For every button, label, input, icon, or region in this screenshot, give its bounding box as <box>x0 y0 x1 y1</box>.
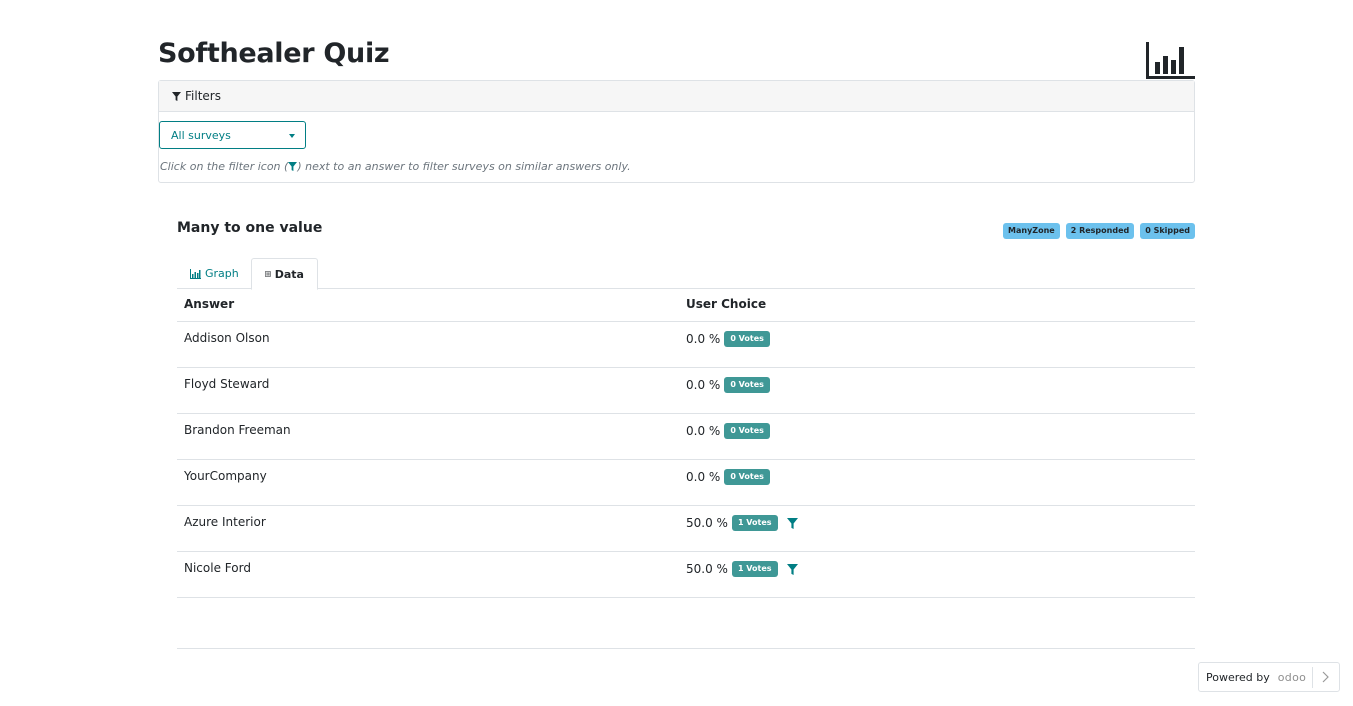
percent-value: 50.0 % <box>686 516 728 530</box>
table-row: Nicole Ford 50.0 % 1 Votes <box>177 552 1195 598</box>
votes-badge: 0 Votes <box>724 377 770 393</box>
filters-hint: Click on the filter icon ( ) next to an a… <box>160 160 631 173</box>
answer-cell: Azure Interior <box>184 515 266 529</box>
filter-icon[interactable] <box>786 563 798 575</box>
tab-data[interactable]: Data <box>251 258 318 290</box>
filter-icon[interactable] <box>786 517 798 529</box>
tab-graph-label: Graph <box>205 267 239 280</box>
skipped-badge: 0 Skipped <box>1140 223 1195 239</box>
votes-badge: 1 Votes <box>731 561 778 577</box>
user-choice-cell: 0.0 % 0 Votes <box>686 331 770 347</box>
survey-filter-select[interactable]: All surveys <box>159 121 306 149</box>
answer-cell: Addison Olson <box>184 331 270 345</box>
filter-icon <box>172 91 181 101</box>
answer-cell: Nicole Ford <box>184 561 251 575</box>
filter-icon <box>288 162 298 171</box>
answer-cell: Floyd Steward <box>184 377 270 391</box>
chevron-right-icon[interactable] <box>1322 671 1330 683</box>
divider <box>177 648 1195 649</box>
percent-value: 0.0 % <box>686 332 721 346</box>
column-header-answer: Answer <box>184 297 235 311</box>
votes-badge: 1 Votes <box>731 515 778 531</box>
powered-by-label: Powered by <box>1206 670 1270 684</box>
table-row: Addison Olson 0.0 % 0 Votes <box>177 322 1195 368</box>
percent-value: 0.0 % <box>686 470 721 484</box>
filters-hint-text-after: ) next to an answer to filter surveys on… <box>297 160 631 173</box>
question-type-badge: ManyZone <box>1003 223 1060 239</box>
list-alt-icon <box>265 271 271 277</box>
responded-badge: 2 Responded <box>1065 223 1135 239</box>
answers-table: Answer User Choice Addison Olson 0.0 % 0 V… <box>177 289 1195 598</box>
votes-badge: 0 Votes <box>724 331 770 347</box>
survey-filter-select-value: All surveys <box>171 129 231 142</box>
filters-header-label: Filters <box>185 89 221 103</box>
answer-cell: YourCompany <box>184 469 267 483</box>
bar-chart-icon <box>1146 42 1195 79</box>
divider <box>1312 667 1313 688</box>
table-row: Brandon Freeman 0.0 % 0 Votes <box>177 414 1195 460</box>
column-header-user-choice: User Choice <box>686 297 767 311</box>
tab-data-label: Data <box>274 267 304 281</box>
filters-panel: Filters All surveys Click on the filter … <box>158 80 1195 183</box>
tab-graph[interactable]: Graph <box>177 258 252 289</box>
odoo-logo: odoo <box>1277 670 1307 684</box>
user-choice-cell: 50.0 % 1 Votes <box>686 515 798 531</box>
filters-hint-text-before: Click on the filter icon ( <box>160 160 289 173</box>
question-title: Many to one value <box>177 220 323 236</box>
caret-down-icon <box>289 134 295 138</box>
table-row: YourCompany 0.0 % 0 Votes <box>177 460 1195 506</box>
filters-header: Filters <box>159 81 1194 112</box>
answer-cell: Brandon Freeman <box>184 423 291 437</box>
result-tabs: Graph Data <box>177 258 1195 290</box>
percent-value: 50.0 % <box>686 562 728 576</box>
table-row: Azure Interior 50.0 % 1 Votes <box>177 506 1195 552</box>
user-choice-cell: 0.0 % 0 Votes <box>686 469 770 485</box>
user-choice-cell: 50.0 % 1 Votes <box>686 561 798 577</box>
question-badges: ManyZone 2 Responded 0 Skipped <box>1003 223 1195 239</box>
user-choice-cell: 0.0 % 0 Votes <box>686 377 770 393</box>
table-header: Answer User Choice <box>177 289 1195 322</box>
percent-value: 0.0 % <box>686 424 721 438</box>
user-choice-cell: 0.0 % 0 Votes <box>686 423 770 439</box>
table-row: Floyd Steward 0.0 % 0 Votes <box>177 368 1195 414</box>
powered-by-badge[interactable]: Powered by odoo <box>1198 662 1340 692</box>
page-title: Softhealer Quiz <box>158 38 390 69</box>
votes-badge: 0 Votes <box>724 423 770 439</box>
bar-chart-icon <box>190 268 201 279</box>
votes-badge: 0 Votes <box>724 469 770 485</box>
percent-value: 0.0 % <box>686 378 721 392</box>
